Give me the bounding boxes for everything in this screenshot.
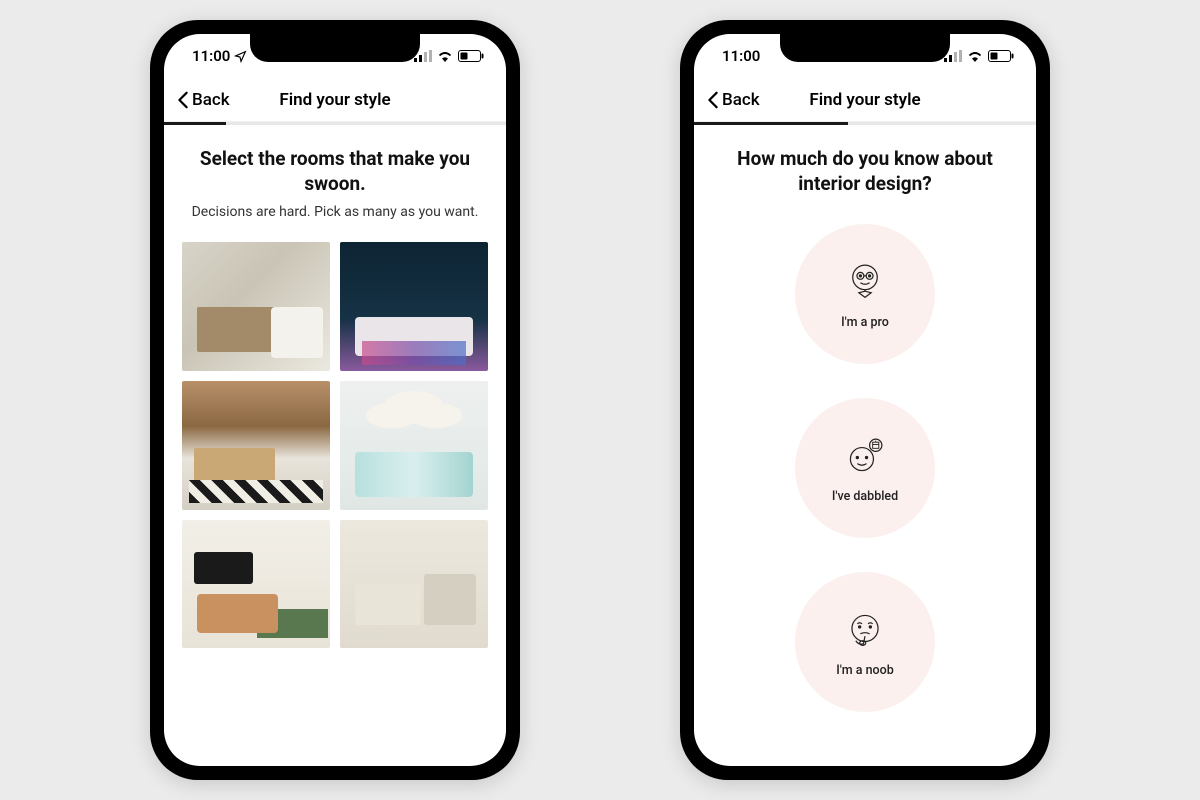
option-label: I'm a pro	[841, 315, 889, 330]
room-tile[interactable]	[340, 242, 488, 371]
phone-mockup-left: 11:00 Back Find your style Select the ro…	[150, 20, 520, 780]
phone-screen: 11:00 Back Find your style How much do y…	[694, 34, 1036, 766]
phone-notch	[780, 34, 950, 62]
nav-title: Find your style	[809, 90, 920, 110]
chevron-left-icon	[176, 91, 190, 109]
nav-bar: Back Find your style	[164, 78, 506, 122]
option-pro[interactable]: I'm a pro	[795, 224, 935, 364]
nav-title: Find your style	[279, 90, 390, 110]
option-noob[interactable]: I'm a noob	[795, 572, 935, 712]
page-heading: How much do you know about interior desi…	[712, 147, 1018, 196]
phone-notch	[250, 34, 420, 62]
content-area: Select the rooms that make you swoon. De…	[164, 125, 506, 766]
page-subheading: Decisions are hard. Pick as many as you …	[182, 204, 488, 220]
location-arrow-icon	[234, 50, 247, 63]
noob-face-icon	[842, 607, 888, 653]
status-time: 11:00	[722, 47, 760, 65]
battery-icon	[988, 50, 1014, 62]
room-grid	[182, 242, 488, 648]
room-tile[interactable]	[182, 520, 330, 649]
option-label: I've dabbled	[832, 489, 898, 504]
phone-screen: 11:00 Back Find your style Select the ro…	[164, 34, 506, 766]
wifi-icon	[437, 50, 453, 62]
status-time: 11:00	[192, 47, 230, 65]
phone-mockup-right: 11:00 Back Find your style How much do y…	[680, 20, 1050, 780]
back-label: Back	[722, 90, 760, 110]
option-label: I'm a noob	[836, 663, 894, 678]
room-tile[interactable]	[182, 242, 330, 371]
pro-face-icon	[842, 259, 888, 305]
option-dabbled[interactable]: I've dabbled	[795, 398, 935, 538]
back-button[interactable]: Back	[176, 90, 230, 110]
page-heading: Select the rooms that make you swoon.	[182, 147, 488, 196]
back-label: Back	[192, 90, 230, 110]
room-tile[interactable]	[340, 381, 488, 510]
battery-icon	[458, 50, 484, 62]
content-area: How much do you know about interior desi…	[694, 125, 1036, 766]
wifi-icon	[967, 50, 983, 62]
nav-bar: Back Find your style	[694, 78, 1036, 122]
room-tile[interactable]	[182, 381, 330, 510]
options-list: I'm a pro I've dabbled	[712, 224, 1018, 712]
room-tile[interactable]	[340, 520, 488, 649]
chevron-left-icon	[706, 91, 720, 109]
dabbled-face-icon	[842, 433, 888, 479]
back-button[interactable]: Back	[706, 90, 760, 110]
